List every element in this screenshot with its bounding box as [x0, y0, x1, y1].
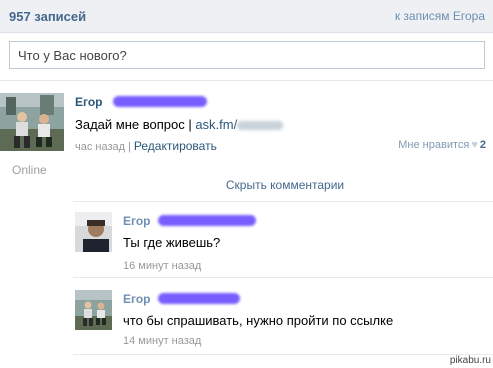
- post-author-name[interactable]: Егор: [75, 95, 103, 109]
- post-text-prefix: Задай мне вопрос |: [75, 117, 196, 132]
- comment-author-name[interactable]: Егор: [123, 214, 151, 228]
- post-meta: час назад | Редактировать: [75, 139, 217, 153]
- post-time[interactable]: час назад: [75, 141, 125, 153]
- comment-text: что бы спрашивать, нужно пройти по ссылк…: [123, 313, 394, 328]
- status-input[interactable]: [10, 42, 484, 68]
- comment-divider: [73, 277, 493, 278]
- comment-time[interactable]: 16 минут назад: [123, 260, 201, 272]
- redacted-link: [237, 121, 284, 131]
- comment-divider: [73, 354, 493, 355]
- watermark: pikabu.ru: [449, 355, 491, 366]
- status-input-wrapper[interactable]: [9, 41, 485, 69]
- edit-button[interactable]: Редактировать: [134, 139, 217, 153]
- heart-icon: ♥: [471, 139, 478, 151]
- comment-author-avatar[interactable]: [75, 212, 112, 252]
- back-to-posts-link[interactable]: к записям Егора: [395, 9, 485, 23]
- post-link[interactable]: ask.fm/: [195, 117, 237, 132]
- redacted-surname: [158, 293, 240, 304]
- redacted-surname: [158, 215, 256, 226]
- like-count: 2: [479, 139, 486, 151]
- comment-author-avatar[interactable]: [75, 290, 112, 330]
- online-status: Online: [12, 163, 47, 177]
- comment-text: Ты где живешь?: [123, 235, 221, 250]
- posts-header: 957 записей к записям Егора: [0, 0, 493, 33]
- comment-divider: [73, 201, 493, 202]
- like-label: Мне нравится: [398, 139, 470, 151]
- comment-author-name[interactable]: Егор: [123, 292, 151, 306]
- post-author-avatar[interactable]: [0, 93, 64, 151]
- post-text: Задай мне вопрос | ask.fm/: [75, 117, 284, 132]
- redacted-surname: [113, 96, 207, 107]
- divider: [0, 80, 493, 81]
- meta-separator: |: [128, 141, 131, 153]
- comment-time[interactable]: 14 минут назад: [123, 335, 201, 347]
- post-count: 957 записей: [9, 9, 87, 24]
- hide-comments-button[interactable]: Скрыть комментарии: [75, 178, 493, 192]
- like-button[interactable]: Мне нравится ♥ 2: [398, 139, 486, 151]
